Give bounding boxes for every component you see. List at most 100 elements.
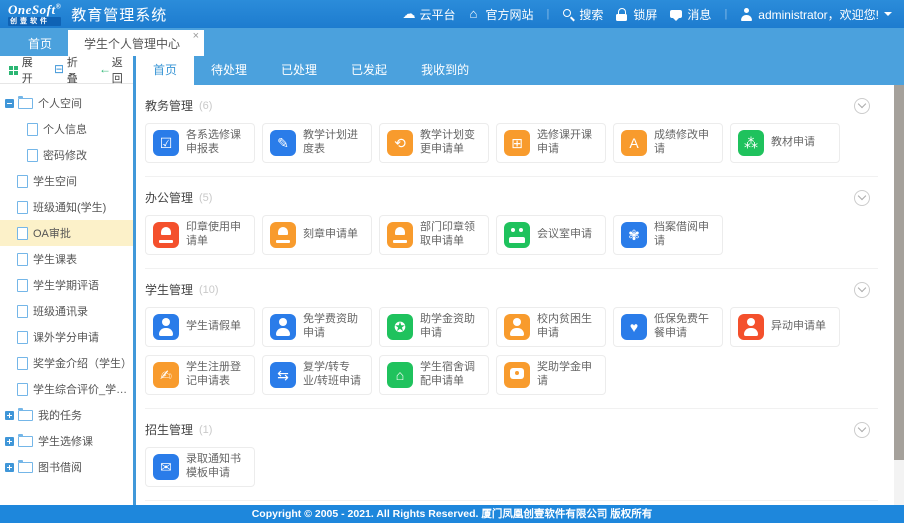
- person-glyph: [153, 314, 179, 340]
- app-card[interactable]: ✉ 录取通知书模板申请: [145, 447, 255, 487]
- stamp-glyph: [153, 222, 179, 248]
- tree-item[interactable]: 学生空间: [0, 168, 133, 194]
- app-card-label: 录取通知书模板申请: [186, 453, 247, 481]
- collapse-toggle-icon[interactable]: [5, 99, 14, 108]
- tree-item[interactable]: 个人信息: [0, 116, 133, 142]
- home-label: 官方网站: [486, 6, 534, 23]
- app-card[interactable]: 奖助学金申请: [496, 355, 606, 395]
- tree-item[interactable]: 奖学金介绍（学生）: [0, 350, 133, 376]
- sidebar-collapse-button[interactable]: 折叠: [54, 56, 88, 86]
- app-card[interactable]: 学生请假单: [145, 307, 255, 347]
- app-card[interactable]: ✎教学计划进度表: [262, 123, 372, 163]
- app-card[interactable]: 会议室申请: [496, 215, 606, 255]
- icon-glyph: ⁂: [744, 136, 758, 150]
- content-tab[interactable]: 已发起: [334, 56, 404, 85]
- app-card[interactable]: ⁂教材申请: [730, 123, 840, 163]
- folder-icon: [18, 410, 33, 421]
- tree-item-label: 我的任务: [38, 407, 82, 423]
- app-card[interactable]: 校内贫困生申请: [496, 307, 606, 347]
- content-tab[interactable]: 我收到的: [404, 56, 486, 85]
- message-label: 消息: [687, 6, 711, 23]
- window-tab[interactable]: 学生个人管理中心×: [68, 30, 204, 56]
- app-card[interactable]: ♥低保免费午餐申请: [613, 307, 723, 347]
- section-header: 办公管理(5): [145, 177, 878, 215]
- tree-item[interactable]: 学生选修课: [0, 428, 133, 454]
- content-tab[interactable]: 待处理: [194, 56, 264, 85]
- app-card[interactable]: 印章使用申请单: [145, 215, 255, 255]
- tree-item[interactable]: 学生学期评语: [0, 272, 133, 298]
- tree-item[interactable]: 班级通知(学生): [0, 194, 133, 220]
- user-menu[interactable]: administrator，欢迎您!: [740, 6, 892, 23]
- sidebar-expand-button[interactable]: 展开: [9, 56, 43, 86]
- section-title: 办公管理: [145, 189, 193, 206]
- content-tab[interactable]: 已处理: [264, 56, 334, 85]
- chevron-down-icon: [857, 192, 865, 200]
- message-link[interactable]: 消息: [670, 6, 711, 23]
- tree-item-label: OA审批: [33, 225, 71, 241]
- app-card[interactable]: 部门印章领取申请单: [379, 215, 489, 255]
- collapse-section-button[interactable]: [854, 190, 870, 206]
- app-card[interactable]: ⇆复学/转专业/转班申请: [262, 355, 372, 395]
- app-card[interactable]: 异动申请单: [730, 307, 840, 347]
- expand-icon: [9, 65, 19, 75]
- app-card-label: 档案借阅申请: [654, 221, 715, 249]
- tree-item[interactable]: 密码修改: [0, 142, 133, 168]
- admission-letter-icon: ✉: [153, 454, 179, 480]
- calendar-plus-icon: ⊞: [504, 130, 530, 156]
- app-card[interactable]: 刻章申请单: [262, 215, 372, 255]
- collapse-section-button[interactable]: [854, 98, 870, 114]
- window-tab[interactable]: 首页: [12, 30, 68, 56]
- folder-icon: [18, 462, 33, 473]
- icon-glyph: ✪: [394, 320, 406, 334]
- tree-item[interactable]: OA审批: [0, 220, 133, 246]
- app-card[interactable]: ✍学生注册登记申请表: [145, 355, 255, 395]
- card-grid: ✉ 录取通知书模板申请: [145, 447, 878, 487]
- scrollbar-thumb[interactable]: [894, 85, 904, 460]
- app-card[interactable]: A成绩修改申请: [613, 123, 723, 163]
- app-card[interactable]: ⌂学生宿舍调配申请单: [379, 355, 489, 395]
- collapse-section-button[interactable]: [854, 422, 870, 438]
- scrollbar[interactable]: [894, 85, 904, 505]
- tree-item[interactable]: 图书借阅: [0, 454, 133, 480]
- app-card[interactable]: ✪助学金资助申请: [379, 307, 489, 347]
- app-card[interactable]: 免学费资助申请: [262, 307, 372, 347]
- tree-item[interactable]: 个人空间: [0, 90, 133, 116]
- expand-toggle-icon[interactable]: [5, 463, 14, 472]
- search-icon: [562, 8, 575, 21]
- icon-glyph: ♥: [630, 320, 638, 334]
- home-link[interactable]: 官方网站: [469, 6, 534, 23]
- onesoft-logo: OneSoft® 创壹软件: [8, 3, 61, 26]
- app-card-label: 教学计划变更申请单: [420, 129, 481, 157]
- tree-item[interactable]: 课外学分申请: [0, 324, 133, 350]
- home-icon: [469, 8, 482, 21]
- close-icon[interactable]: ×: [193, 31, 199, 42]
- app-card[interactable]: ⟲教学计划变更申请单: [379, 123, 489, 163]
- tree-item[interactable]: 我的任务: [0, 402, 133, 428]
- top-header: OneSoft® 创壹软件 教育管理系统 云平台官方网站|搜索锁屏消息| adm…: [0, 0, 904, 28]
- app-card[interactable]: ⊞选修课开课申请: [496, 123, 606, 163]
- folder-icon: [18, 98, 33, 109]
- chevron-down-icon: [884, 12, 892, 20]
- search-link[interactable]: 搜索: [562, 6, 603, 23]
- section-count: (10): [199, 284, 219, 296]
- app-card[interactable]: ☑各系选修课申报表: [145, 123, 255, 163]
- section: 学生管理(10)学生请假单免学费资助申请✪助学金资助申请校内贫困生申请♥低保免费…: [145, 268, 878, 395]
- app-card-label: 各系选修课申报表: [186, 129, 247, 157]
- tree-item-label: 学生学期评语: [33, 277, 99, 293]
- expand-toggle-icon[interactable]: [5, 437, 14, 446]
- tree-item[interactable]: 学生综合评价_学生自评: [0, 376, 133, 402]
- chat-glyph: [504, 362, 530, 388]
- collapse-section-button[interactable]: [854, 282, 870, 298]
- app-title: 教育管理系统: [71, 4, 167, 25]
- tree-item-label: 学生空间: [33, 173, 77, 189]
- app-card[interactable]: ✾档案借阅申请: [613, 215, 723, 255]
- file-icon: [27, 149, 38, 162]
- tree-item[interactable]: 学生课表: [0, 246, 133, 272]
- stamp-carve-icon: [270, 222, 296, 248]
- content-tab[interactable]: 首页: [136, 56, 194, 85]
- lock-link[interactable]: 锁屏: [616, 6, 657, 23]
- tree-item[interactable]: 班级通讯录: [0, 298, 133, 324]
- sidebar-back-button[interactable]: 返回: [99, 56, 133, 86]
- cloud-link[interactable]: 云平台: [403, 6, 456, 23]
- expand-toggle-icon[interactable]: [5, 411, 14, 420]
